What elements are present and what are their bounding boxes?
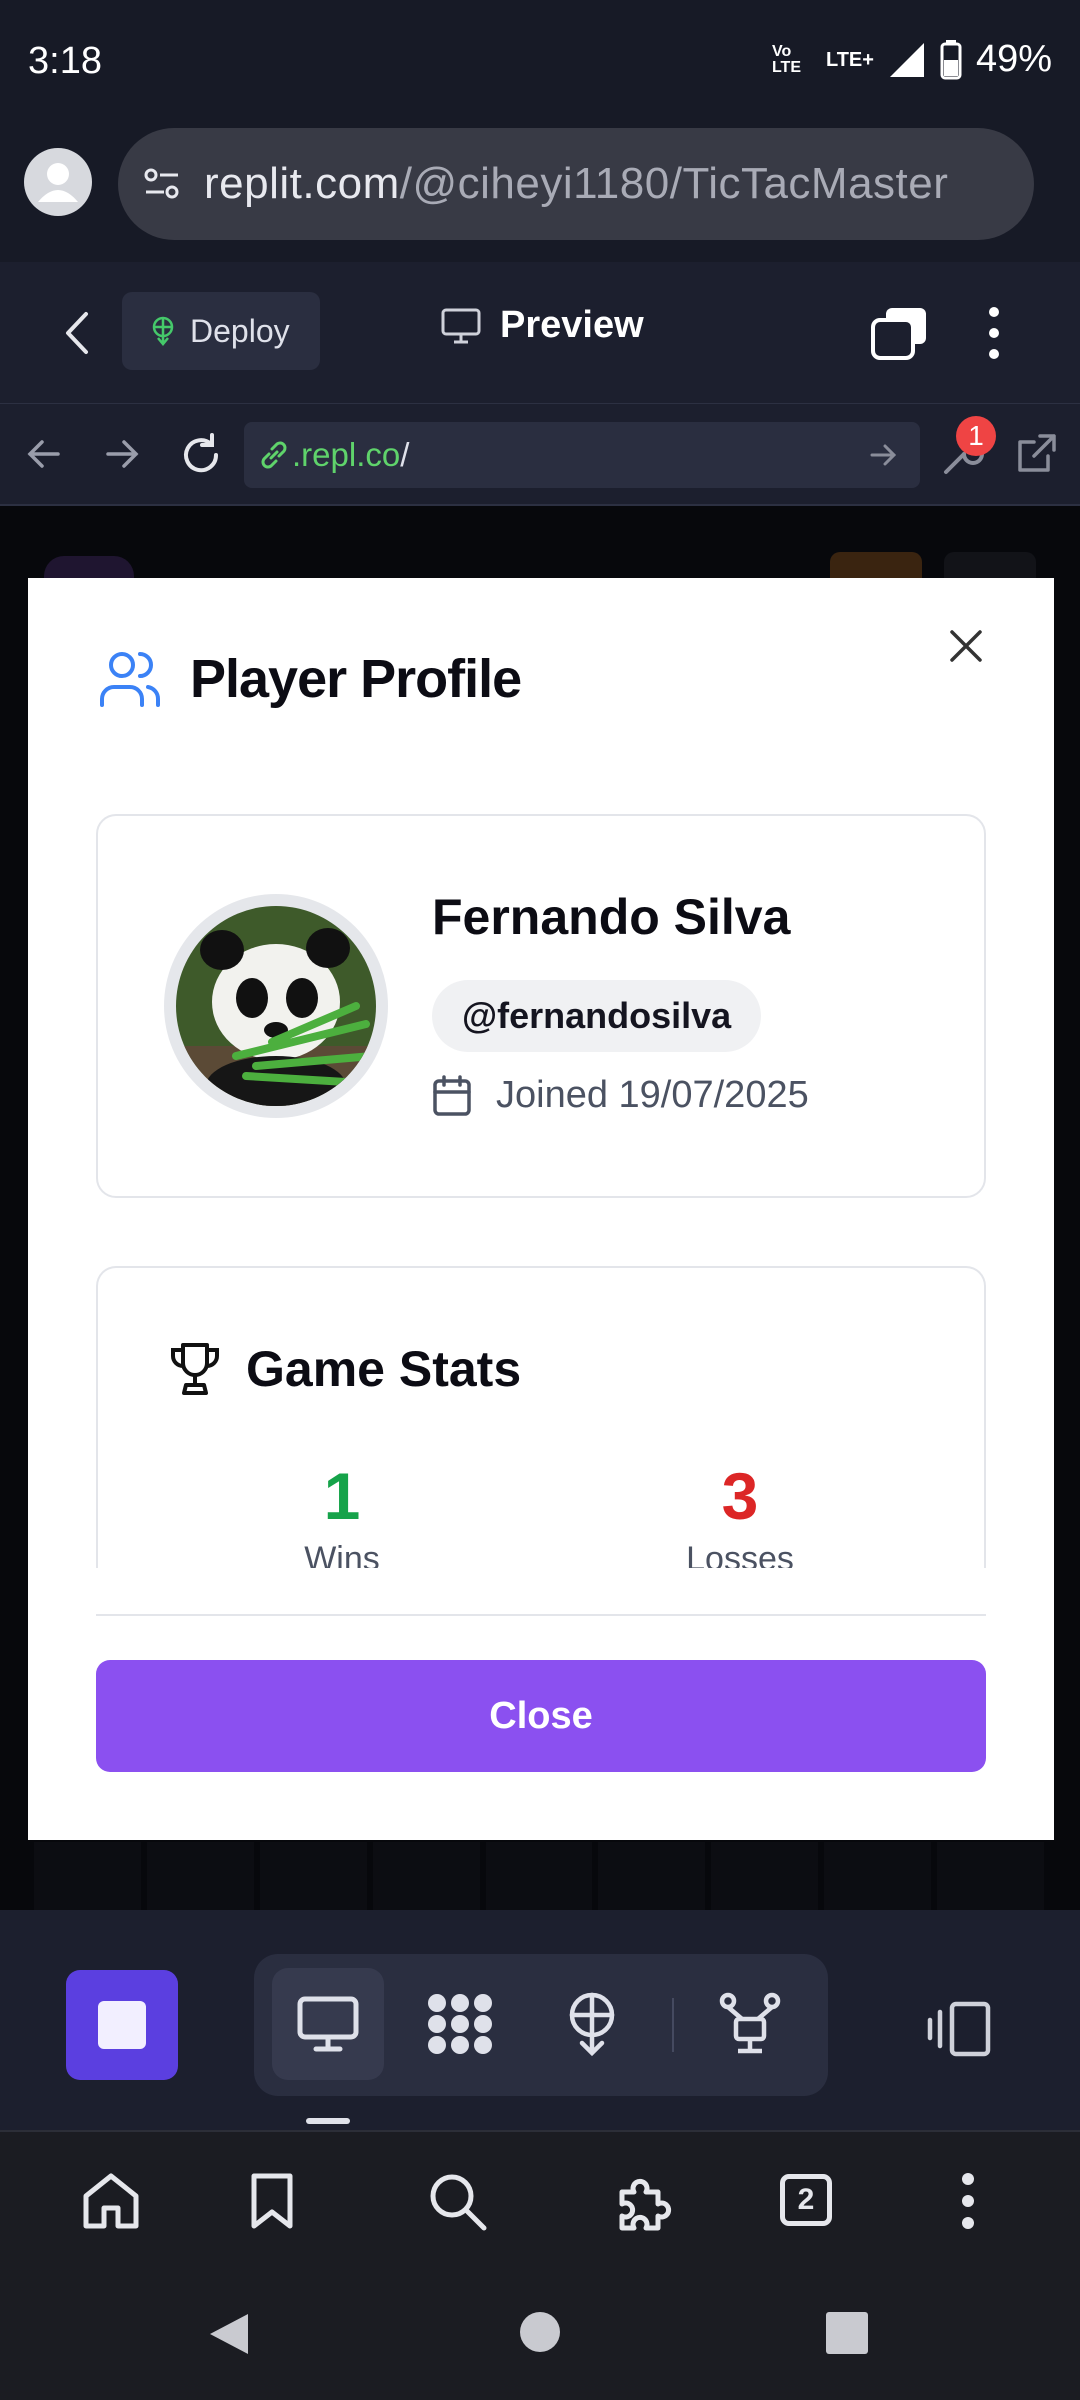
browser-bottom-nav: 2 <box>0 2130 1080 2266</box>
losses-stat: 3 Losses <box>610 1462 870 1568</box>
nav-recents-icon[interactable] <box>826 2312 868 2354</box>
close-icon[interactable] <box>944 624 988 668</box>
joined-text: Joined 19/07/2025 <box>496 1074 809 1116</box>
go-arrow-icon[interactable] <box>868 440 898 470</box>
back-chevron-icon[interactable] <box>56 308 100 358</box>
deploy-icon <box>152 316 174 346</box>
backdrop-board <box>34 1842 1045 1910</box>
stats-title-text: Game Stats <box>246 1341 522 1397</box>
arrow-left-icon[interactable] <box>24 432 64 476</box>
tool-deploy[interactable] <box>536 1968 648 2080</box>
monitor-icon <box>297 1996 359 2052</box>
home-icon[interactable] <box>80 2172 142 2230</box>
notification-badge: 1 <box>956 416 996 456</box>
device-layout-icon[interactable] <box>926 2000 992 2058</box>
bookmark-icon[interactable] <box>250 2172 294 2230</box>
external-link-icon[interactable] <box>1016 432 1058 474</box>
webview-address-field[interactable]: .repl.co / <box>244 422 920 488</box>
signal-icon <box>889 42 924 77</box>
users-icon <box>100 652 161 707</box>
close-button[interactable]: Close <box>96 1660 986 1772</box>
user-icon <box>38 163 78 202</box>
dialog-title-text: Player Profile <box>190 649 522 709</box>
replit-bottom-toolbar <box>0 1910 1080 2130</box>
wins-stat: 1 Wins <box>212 1462 472 1568</box>
url-host: replit.com <box>204 159 400 208</box>
tool-agent[interactable] <box>404 1968 516 2080</box>
more-menu-icon[interactable] <box>958 2172 978 2230</box>
stop-button[interactable] <box>66 1970 178 2080</box>
tool-switcher <box>254 1954 828 2096</box>
search-icon[interactable] <box>428 2172 488 2232</box>
stats-title: Game Stats <box>168 1340 521 1398</box>
stop-icon <box>98 2001 146 2049</box>
status-icons: Vo LTE LTE+ 49% <box>772 38 1052 81</box>
player-profile-dialog <box>28 578 1054 1840</box>
link-icon <box>261 441 287 469</box>
wins-label: Wins <box>304 1540 380 1568</box>
deploy-icon <box>569 1992 615 2057</box>
address-bar[interactable]: replit.com/@ciheyi1180/TicTacMaster <box>118 128 1034 240</box>
browser-toolbar: replit.com/@ciheyi1180/TicTacMaster <box>0 124 1080 262</box>
site-settings-icon[interactable] <box>142 164 182 204</box>
status-bar: 3:18 Vo LTE LTE+ 49% <box>0 0 1080 124</box>
webview-navbar: .repl.co / <box>0 404 1080 506</box>
tool-network[interactable] <box>694 1968 806 2080</box>
url-path: /@ciheyi1180/TicTacMaster <box>399 159 949 208</box>
preview-label: Preview <box>500 304 644 346</box>
status-time: 3:18 <box>28 40 102 82</box>
player-avatar <box>164 894 388 1118</box>
battery-percent: 49% <box>975 38 1052 80</box>
tool-preview[interactable] <box>272 1968 384 2080</box>
reload-icon[interactable] <box>178 432 224 478</box>
address-host: .repl.co <box>292 436 401 473</box>
player-handle-badge: @fernandosilva <box>432 980 762 1052</box>
trophy-icon <box>171 1343 219 1395</box>
losses-value: 3 <box>721 1459 759 1533</box>
extensions-icon[interactable] <box>614 2172 676 2234</box>
deploy-label: Deploy <box>190 312 290 349</box>
android-nav-bar <box>0 2266 1080 2400</box>
monitor-icon <box>441 308 481 343</box>
dialog-title: Player Profile <box>98 648 522 710</box>
replit-header: Deploy Preview <box>0 262 1080 404</box>
volte-indicator: Vo LTE <box>771 42 801 76</box>
agent-icon <box>428 1994 492 2054</box>
losses-label: Losses <box>686 1540 794 1568</box>
tool-separator <box>672 1998 674 2052</box>
network-icon <box>719 1992 781 2054</box>
address-slash: / <box>400 436 410 473</box>
url-text: replit.com/@ciheyi1180/TicTacMaster <box>204 159 948 209</box>
tabs-switcher-icon[interactable] <box>870 306 928 362</box>
panda-avatar-image <box>176 906 376 1106</box>
deploy-button[interactable]: Deploy <box>122 292 320 370</box>
joined-date: Joined 19/07/2025 <box>432 1074 809 1117</box>
tab-preview[interactable]: Preview <box>440 304 644 347</box>
arrow-right-icon[interactable] <box>102 432 142 476</box>
network-type: LTE+ <box>825 48 874 71</box>
drag-handle[interactable] <box>306 2118 350 2124</box>
tab-count-button[interactable]: 2 <box>780 2174 832 2226</box>
calendar-icon <box>433 1074 471 1116</box>
wins-value: 1 <box>323 1459 361 1533</box>
dialog-divider <box>96 1614 986 1616</box>
nav-back-icon[interactable] <box>206 2310 252 2358</box>
battery-icon <box>940 39 962 79</box>
account-avatar[interactable] <box>24 148 92 216</box>
game-stats-card: Game Stats 1 Wins 3 Losses <box>96 1266 986 1568</box>
player-name: Fernando Silva <box>432 889 791 945</box>
nav-home-icon[interactable] <box>518 2310 562 2354</box>
more-menu-icon[interactable] <box>984 306 1004 360</box>
